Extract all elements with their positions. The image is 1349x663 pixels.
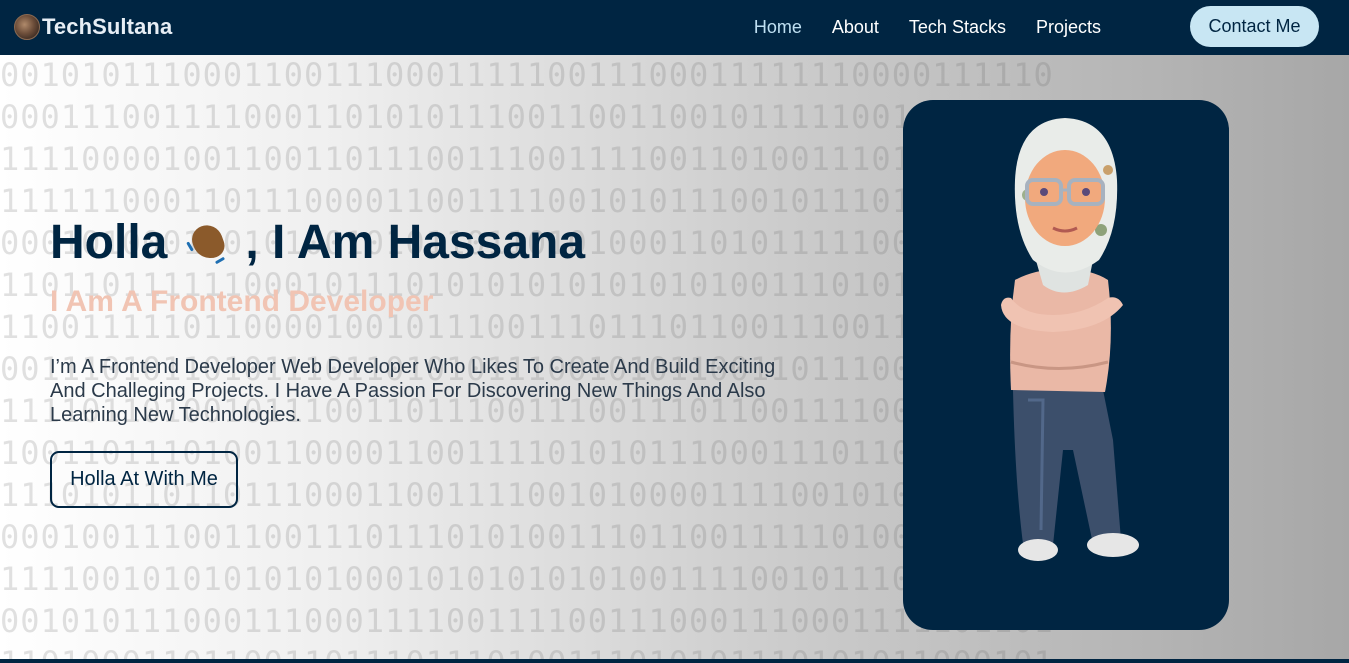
nav-links: Home About Tech Stacks Projects xyxy=(754,0,1101,55)
bottom-divider xyxy=(0,659,1349,663)
nav-link-projects[interactable]: Projects xyxy=(1036,17,1101,38)
contact-me-button[interactable]: Contact Me xyxy=(1190,6,1319,47)
hijabi-avatar-icon xyxy=(1001,118,1139,561)
avatar-card xyxy=(903,100,1229,630)
brand[interactable]: TechSultana xyxy=(14,12,172,42)
hero-role: I Am A Frontend Developer xyxy=(50,285,434,318)
avatar-logo-icon xyxy=(14,14,40,40)
navbar: TechSultana Home About Tech Stacks Proje… xyxy=(0,0,1349,55)
hero-section: 0010101110001100111000111110011100011111… xyxy=(0,55,1349,659)
nav-link-about[interactable]: About xyxy=(832,17,879,38)
brand-name: TechSultana xyxy=(42,14,173,39)
greeting-prefix: Holla xyxy=(50,215,168,269)
nav-link-home[interactable]: Home xyxy=(754,17,802,38)
hero-greeting: Holla , I Am Hassana xyxy=(50,213,585,271)
nav-link-tech-stacks[interactable]: Tech Stacks xyxy=(909,17,1006,38)
waving-hand-icon xyxy=(185,219,231,265)
holla-at-me-button[interactable]: Holla At With Me xyxy=(50,451,238,508)
greeting-suffix: , I Am Hassana xyxy=(245,215,586,269)
hero-description: I’m A Frontend Developer Web Developer W… xyxy=(50,356,776,426)
